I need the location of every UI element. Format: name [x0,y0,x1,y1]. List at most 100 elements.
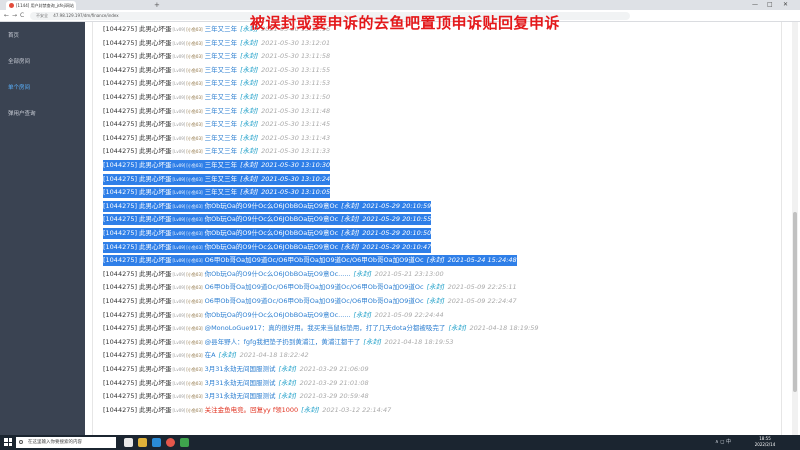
row-tag: [小鱼03] [186,40,203,46]
row-id: [1044275] [103,337,138,346]
list-item[interactable]: [1044275] 此男心坏蛋[Lv09][小鱼03] 三年又三年 [永封] 2021-… [103,78,330,89]
row-id: [1044275] [103,79,138,88]
row-ban-status: [永封] [278,392,297,401]
app-icon[interactable] [180,438,189,447]
row-time: 2021-04-18 18:19:59 [469,324,539,333]
row-tag: [小鱼03] [186,135,203,141]
insecure-label: 不安全 [36,13,48,18]
list-item[interactable]: [1044275] 此男心坏蛋[Lv09][小鱼03] 三年又三年 [永封] 2021-… [103,187,331,199]
row-time: 2021-04-18 18:22:42 [239,351,309,360]
row-ban-status: [永封] [448,324,467,333]
new-tab-button[interactable]: + [154,0,160,10]
list-item[interactable]: [1044275] 此男心坏蛋[Lv09][小鱼03] O6甲Ob哥Oa加O9道Oc… [103,255,517,267]
list-item[interactable]: [1044275] 此男心坏蛋[Lv09][小鱼03] 三年又三年 [永封] 2021-… [103,133,330,144]
row-message: 你Ob玩Oa的O9什Oc么O6JObBOa玩O9意Oc [204,229,339,237]
row-time: 2021-05-30 13:11:45 [261,120,331,129]
row-id: [1044275] [103,365,138,373]
scrollbar[interactable] [792,22,798,435]
windows-start-icon[interactable] [4,438,12,446]
minimize-button[interactable]: — [752,0,758,10]
row-message: 你Ob玩Oa的O9什Oc么O6JObBOa玩O9意Oc [204,215,339,224]
row-ban-status: [永封] [301,405,320,414]
row-tag: [小鱼03] [186,285,203,291]
row-time: 2021-05-30 13:12:01 [261,38,331,47]
row-time: 2021-03-29 21:01:08 [299,378,369,387]
list-item[interactable]: [1044275] 此男心坏蛋[Lv09][小鱼03] 3月31永劫无间国服测试 [永… [103,364,369,375]
browser-tab-bar: [1144] 用户封禁查询_jsfeji网站 + — □ ✕ [0,0,800,10]
row-time: 2021-05-29 20:10:47 [362,242,432,251]
row-user: 此男心坏蛋 [139,269,172,278]
browser-tab-active[interactable]: [1144] 用户封禁查询_jsfeji网站 [6,1,76,10]
maximize-button[interactable]: □ [767,0,773,10]
row-user: 此男心坏蛋 [139,161,172,169]
list-item[interactable]: [1044275] 此男心坏蛋[Lv09][小鱼03] 三年又三年 [永封] 2021-… [103,173,331,185]
list-item[interactable]: [1044275] 此男心坏蛋[Lv09][小鱼03] 你Ob玩Oa的O9什Oc么O… [103,228,432,239]
row-id: [1044275] [103,242,138,251]
list-item[interactable]: [1044275] 此男心坏蛋[Lv09][小鱼03] 三年又三年 [永封] 2021-… [103,38,330,49]
browser-tab-inactive[interactable] [78,1,148,10]
scrollbar-thumb[interactable] [793,212,797,392]
row-tag: [小鱼03] [186,339,203,345]
edge-icon[interactable] [152,438,161,447]
row-id: [1044275] [103,161,138,169]
close-button[interactable]: ✕ [783,0,788,10]
list-item[interactable]: [1044275] 此男心坏蛋[Lv09][小鱼03] 3月31永劫无间国服测试 [永… [103,391,369,402]
list-item[interactable]: [1044275] 此男心坏蛋[Lv09][小鱼03] 三年又三年 [永封] 2021-… [103,51,330,62]
forward-button[interactable]: → [12,10,17,22]
list-item[interactable]: [1044275] 此男心坏蛋[Lv09][小鱼03] 你Ob玩Oa的O9什Oc么O… [103,214,432,226]
row-user: 此男心坏蛋 [139,25,172,33]
system-tray[interactable]: ∧ ◻ 中 [715,435,731,450]
row-user: 此男心坏蛋 [139,147,172,156]
list-item[interactable]: [1044275] 此男心坏蛋[Lv09][小鱼03] 三年又三年 [永封] 2021-… [103,146,330,157]
row-ban-status: [永封] [240,106,259,115]
list-item[interactable]: [1044275] 此男心坏蛋[Lv09][小鱼03] 三年又三年 [永封] 2021-… [103,160,331,171]
row-message: O6甲Ob哥Oa加O9道Oc/O6甲Ob哥Oa加O9道Oc/O6甲Ob哥Oa加O… [204,283,424,292]
row-level: [Lv09] [172,122,186,128]
sidebar-item-single-room[interactable]: 单个房间 [0,80,85,96]
row-level: [Lv09] [172,380,186,386]
taskbar-search[interactable]: 在这里输入你要搜索的内容 [16,437,116,448]
list-item[interactable]: [1044275] 此男心坏蛋[Lv09][小鱼03] O6甲Ob哥Oa加O9道Oc… [103,296,517,307]
row-level: [Lv09] [172,40,186,46]
row-tag: [小鱼03] [186,326,203,332]
list-item[interactable]: [1044275] 此男心坏蛋[Lv09][小鱼03] 你Ob玩Oa的O9什Oc么O… [103,310,444,321]
row-message: 你Ob玩Oa的O9什Oc么O6JObBOa玩O9意Oc [204,201,339,210]
task-view-icon[interactable] [124,438,133,447]
row-id: [1044275] [103,93,138,101]
taskbar-clock[interactable]: 18:55 2022/2/14 [750,436,780,448]
list-item[interactable]: [1044275] 此男心坏蛋[Lv09][小鱼03] O6甲Ob哥Oa加O9道Oc… [103,282,517,293]
list-item[interactable]: [1044275] 此男心坏蛋[Lv09][小鱼03] 你Ob玩Oa的O9什Oc么O… [103,241,432,253]
row-id: [1044275] [103,324,138,333]
row-ban-status: [永封] [341,242,360,251]
list-item[interactable]: [1044275] 此男心坏蛋[Lv09][小鱼03] 3月31永劫无间国服测试 [永… [103,378,369,389]
list-item[interactable]: [1044275] 此男心坏蛋[Lv09][小鱼03] 三年又三年 [永封] 2021-… [103,119,330,130]
sidebar-item-all-rooms[interactable]: 全部房间 [0,54,85,70]
row-time: 2021-05-30 13:10:05 [261,188,331,197]
row-user: 此男心坏蛋 [139,283,172,292]
row-ban-status: [永封] [240,79,259,88]
reload-button[interactable]: C [20,10,24,22]
main-content: [1044275] 此男心坏蛋[Lv09][小鱼03] 三年又三年 [永封] 2021-… [88,22,788,435]
browser-tab-title: [1144] 用户封禁查询_jsfeji网站 [16,3,74,8]
list-item[interactable]: [1044275] 此男心坏蛋[Lv09][小鱼03] 关注金鱼电竞。回复yy f领… [103,405,391,416]
row-ban-status: [永封] [240,133,259,142]
row-id: [1044275] [103,120,138,129]
list-item[interactable]: [1044275] 此男心坏蛋[Lv09][小鱼03] 三年又三年 [永封] 2021-… [103,92,330,103]
list-item[interactable]: [1044275] 此男心坏蛋[Lv09][小鱼03] @县年野人：fgfg我把垫子… [103,337,454,348]
chrome-icon[interactable] [166,438,175,447]
row-user: 此男心坏蛋 [139,365,172,373]
file-explorer-icon[interactable] [138,438,147,447]
list-item[interactable]: [1044275] 此男心坏蛋[Lv09][小鱼03] 三年又三年 [永封] 2021-… [103,65,330,76]
sidebar-item-home[interactable]: 首页 [0,28,85,44]
row-level: [Lv09] [172,108,186,114]
row-id: [1044275] [103,269,138,278]
list-item[interactable]: [1044275] 此男心坏蛋[Lv09][小鱼03] 三年又三年 [永封] 2021-… [103,106,330,117]
back-button[interactable]: ← [4,10,9,22]
row-level: [Lv09] [172,271,186,277]
list-item[interactable]: [1044275] 此男心坏蛋[Lv09][小鱼03] @MonoLoGue917：… [103,323,539,334]
row-ban-status: [永封] [240,174,259,183]
list-item[interactable]: [1044275] 此男心坏蛋[Lv09][小鱼03] 在A [永封] 2021-04-… [103,350,309,361]
list-item[interactable]: [1044275] 此男心坏蛋[Lv09][小鱼03] 你Ob玩Oa的O9什Oc么O… [103,269,444,280]
sidebar-item-user-query[interactable]: 弹用户查询 [0,106,85,122]
list-item[interactable]: [1044275] 此男心坏蛋[Lv09][小鱼03] 你Ob玩Oa的O9什Oc么O… [103,200,432,212]
